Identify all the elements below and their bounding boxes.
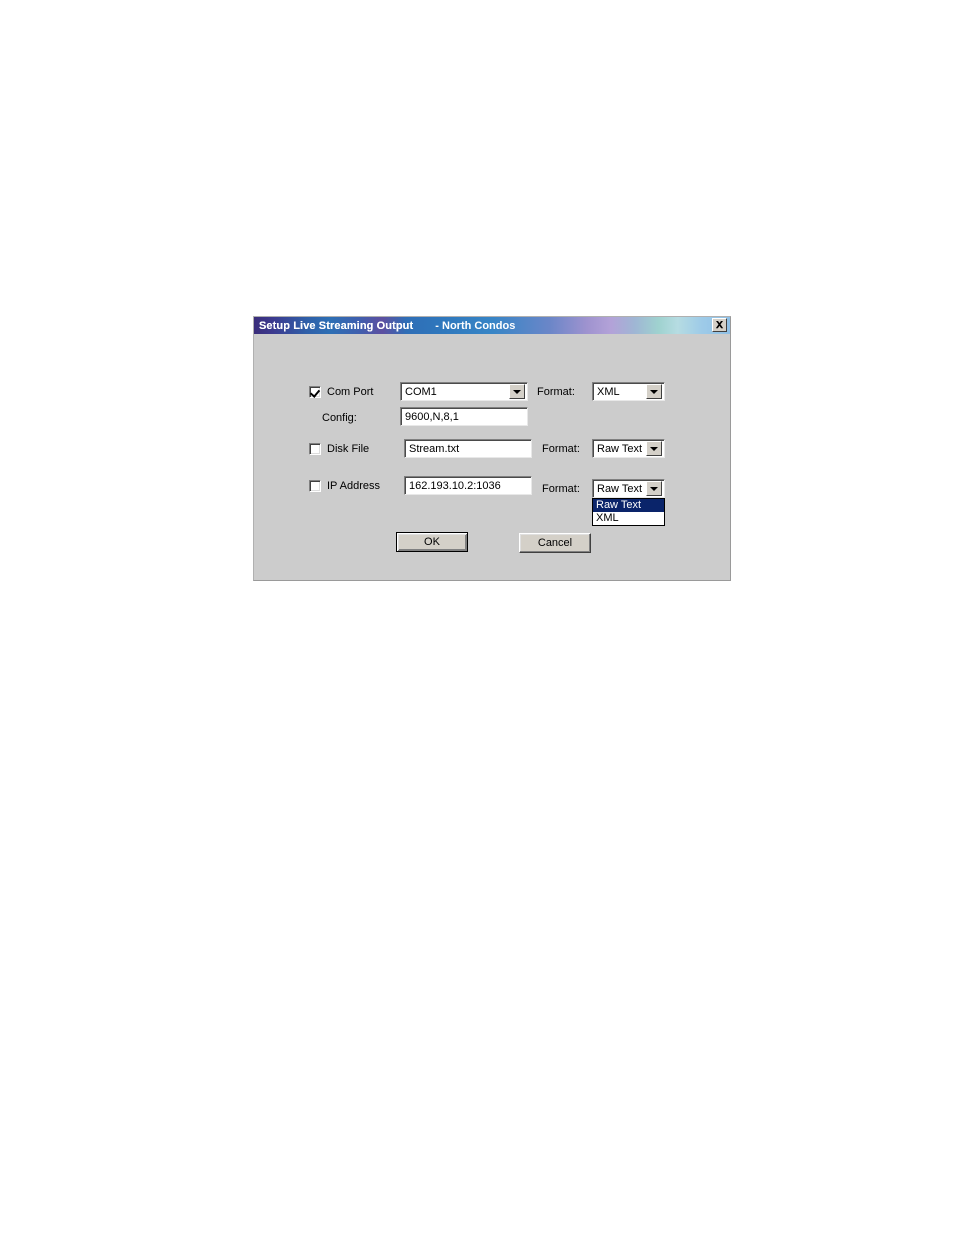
ip-address-label: IP Address bbox=[327, 480, 380, 492]
ip-address-checkbox[interactable] bbox=[309, 480, 321, 492]
ip-address-format-label: Format: bbox=[542, 483, 580, 495]
com-port-format-label: Format: bbox=[537, 386, 575, 398]
arrow-triangle bbox=[650, 486, 658, 491]
dialog-title-subject: - North Condos bbox=[435, 319, 516, 332]
com-port-format-value: XML bbox=[597, 385, 620, 398]
disk-file-format-row: Format: bbox=[542, 439, 580, 459]
chevron-down-icon[interactable] bbox=[646, 384, 662, 399]
ip-address-input[interactable]: 162.193.10.2:1036 bbox=[404, 476, 532, 495]
ip-address-format-dropdown-list[interactable]: Raw Text XML bbox=[592, 498, 665, 526]
arrow-triangle bbox=[513, 389, 521, 394]
chevron-down-icon[interactable] bbox=[509, 384, 525, 399]
disk-file-row: Disk File bbox=[309, 439, 369, 459]
com-port-row: Com Port bbox=[309, 382, 373, 402]
disk-file-checkbox[interactable] bbox=[309, 443, 321, 455]
ip-address-row: IP Address bbox=[309, 476, 380, 496]
dialog-body: Com Port COM1 Format: XML Config: 9600,N… bbox=[254, 334, 730, 580]
ip-address-format-value: Raw Text bbox=[597, 482, 643, 495]
close-icon bbox=[715, 320, 724, 330]
disk-file-input[interactable]: Stream.txt bbox=[404, 439, 532, 458]
ip-address-format-select[interactable]: Raw Text bbox=[592, 479, 665, 498]
dropdown-option-raw-text[interactable]: Raw Text bbox=[593, 499, 664, 512]
com-port-label: Com Port bbox=[327, 386, 374, 398]
com-port-format-select[interactable]: XML bbox=[592, 382, 665, 401]
arrow-triangle bbox=[650, 446, 658, 451]
chevron-down-icon[interactable] bbox=[646, 481, 662, 496]
com-port-format-row: Format: bbox=[537, 382, 575, 402]
ip-address-format-row: Format: bbox=[542, 479, 580, 499]
disk-file-format-value: Raw Text bbox=[597, 442, 643, 455]
disk-file-check-group[interactable]: Disk File bbox=[309, 443, 369, 455]
close-button[interactable] bbox=[712, 318, 727, 332]
arrow-triangle bbox=[650, 389, 658, 394]
com-port-check-group[interactable]: Com Port bbox=[309, 386, 373, 398]
ok-button[interactable]: OK bbox=[396, 532, 468, 552]
chevron-down-icon[interactable] bbox=[646, 441, 662, 456]
dialog-title: Setup Live Streaming Output bbox=[259, 319, 414, 332]
ip-address-check-group[interactable]: IP Address bbox=[309, 480, 380, 492]
dialog-titlebar[interactable]: Setup Live Streaming Output - North Cond… bbox=[254, 317, 730, 334]
cancel-button[interactable]: Cancel bbox=[519, 533, 591, 553]
com-port-value: COM1 bbox=[405, 385, 437, 398]
com-port-checkbox[interactable] bbox=[309, 386, 321, 398]
dropdown-option-xml[interactable]: XML bbox=[593, 512, 664, 525]
disk-file-format-label: Format: bbox=[542, 443, 580, 455]
disk-file-format-select[interactable]: Raw Text bbox=[592, 439, 665, 458]
setup-live-streaming-output-dialog: Setup Live Streaming Output - North Cond… bbox=[253, 316, 731, 581]
config-row: Config: bbox=[322, 408, 357, 428]
config-input[interactable]: 9600,N,8,1 bbox=[400, 407, 528, 426]
disk-file-label: Disk File bbox=[327, 443, 370, 455]
com-port-select[interactable]: COM1 bbox=[400, 382, 528, 401]
config-label: Config: bbox=[322, 412, 357, 424]
